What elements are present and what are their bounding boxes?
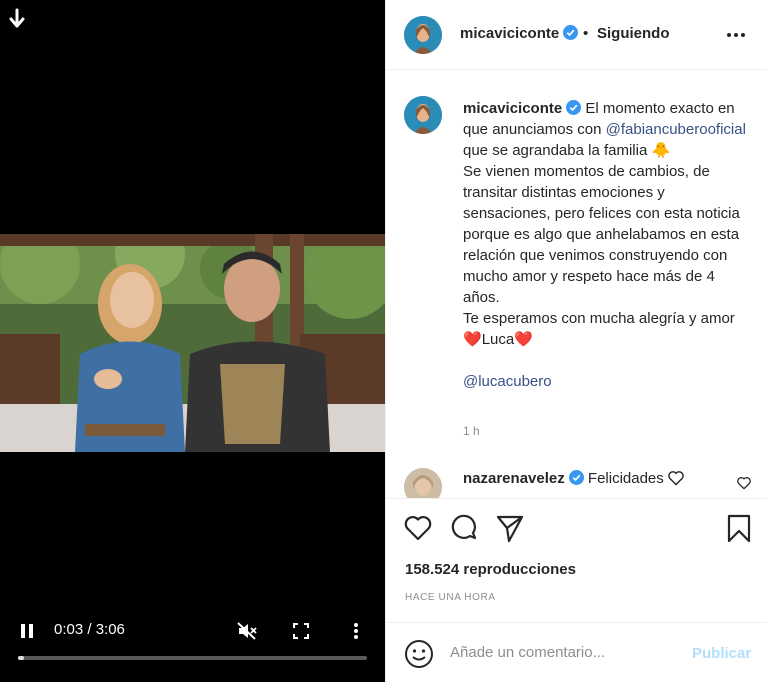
video-player[interactable]: 0:03 / 3:06 — [0, 0, 385, 682]
header-username[interactable]: micaviciconte — [460, 25, 579, 42]
like-heart-icon[interactable] — [403, 513, 433, 543]
video-time-display: 0:03 / 3:06 — [54, 621, 125, 638]
caption-text-2: que se agrandaba la familia — [463, 142, 648, 159]
pause-icon[interactable] — [20, 622, 34, 640]
caption-username[interactable]: micaviciconte — [463, 100, 562, 117]
comment-bubble-icon[interactable] — [449, 513, 479, 543]
video-frame[interactable] — [0, 234, 385, 452]
red-heart-emoji: ❤️ — [514, 331, 533, 348]
post-actions: 158.524 reproducciones HACE UNA HORA — [386, 498, 767, 620]
heart-outline-icon — [667, 471, 684, 486]
post-header: micaviciconte • Siguiendo — [386, 0, 767, 70]
avatar[interactable] — [404, 96, 442, 134]
like-comment-heart-icon[interactable] — [736, 476, 752, 490]
caption-text-3: Se vienen momentos de cambios, de transi… — [463, 163, 740, 306]
caption-text-4: Te esperamos con mucha alegría y amor — [463, 310, 735, 327]
video-controls: 0:03 / 3:06 — [0, 612, 385, 652]
avatar[interactable] — [404, 468, 442, 498]
publish-button[interactable]: Publicar — [692, 645, 751, 662]
caption-and-comments[interactable]: micaviciconte El momento exacto en que a… — [386, 70, 767, 498]
comment-item: nazarenavelez Felicidades — [463, 470, 685, 487]
comment-composer: Publicar — [386, 622, 767, 682]
comment-input[interactable] — [450, 644, 680, 661]
caption-timestamp[interactable]: 1 h — [463, 424, 480, 438]
following-button[interactable]: Siguiendo — [597, 25, 670, 42]
save-bookmark-icon[interactable] — [724, 513, 754, 543]
red-heart-emoji: ❤️ — [463, 331, 482, 348]
comment-text: Felicidades — [587, 470, 664, 487]
header-separator: • — [583, 25, 589, 42]
caption-name-luca: Luca — [481, 331, 515, 348]
emoji-smiley-icon[interactable] — [404, 639, 434, 669]
post-date[interactable]: HACE UNA HORA — [405, 592, 496, 603]
verified-badge-icon — [566, 100, 582, 115]
download-arrow-icon[interactable] — [8, 8, 26, 30]
share-paper-plane-icon[interactable] — [495, 513, 525, 543]
post-sidebar: micaviciconte • Siguiendo micaviciconte … — [385, 0, 767, 682]
more-vertical-icon[interactable] — [352, 622, 360, 640]
muted-speaker-icon[interactable] — [237, 622, 257, 640]
video-progress-fill — [18, 656, 24, 660]
more-horizontal-icon[interactable] — [726, 26, 746, 44]
view-count[interactable]: 158.524 reproducciones — [405, 561, 576, 578]
caption-text: micaviciconte El momento exacto en que a… — [463, 98, 755, 392]
chick-emoji: 🐥 — [651, 142, 671, 159]
fullscreen-icon[interactable] — [293, 622, 309, 640]
header-username-text[interactable]: micaviciconte — [460, 25, 559, 42]
video-progress-bar[interactable] — [18, 656, 367, 660]
verified-badge-icon — [568, 470, 584, 485]
verified-badge-icon — [563, 25, 579, 40]
comment-username[interactable]: nazarenavelez — [463, 470, 565, 487]
mention-link[interactable]: @fabiancuberooficial — [606, 121, 746, 138]
avatar[interactable] — [404, 16, 442, 54]
mention-link[interactable]: @lucacubero — [463, 373, 552, 390]
